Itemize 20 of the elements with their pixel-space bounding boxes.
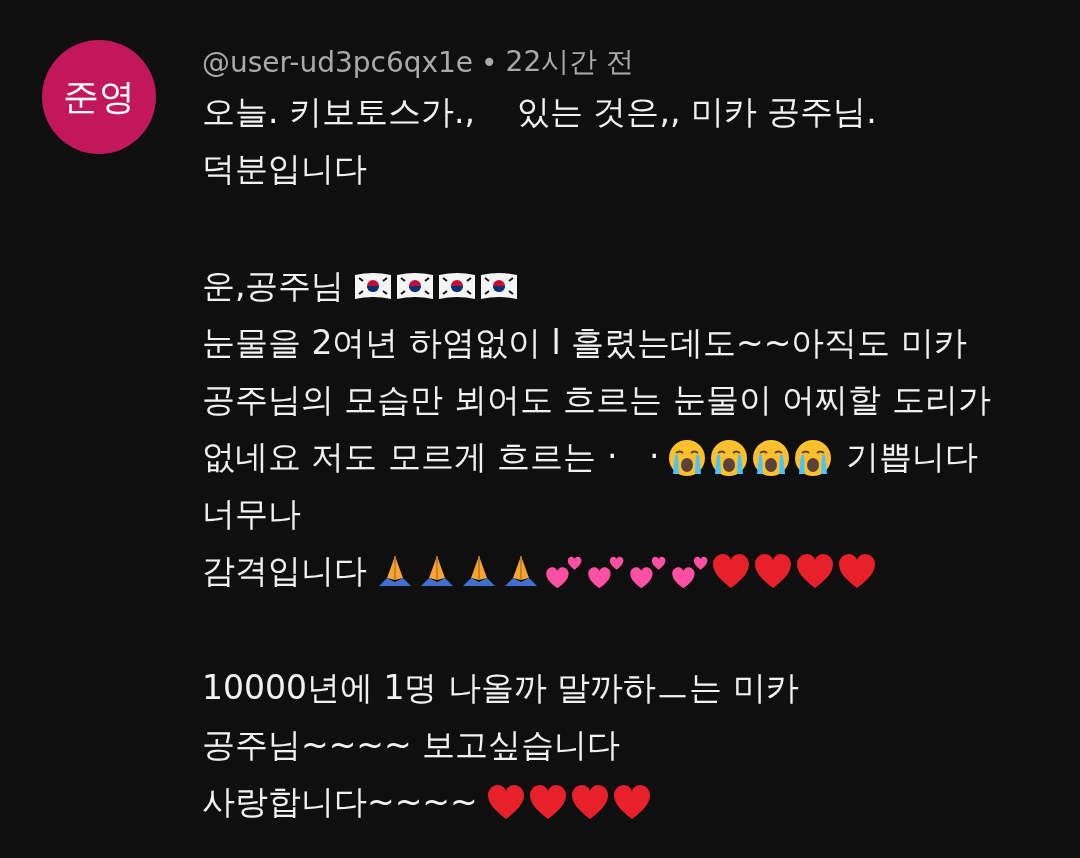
comment-text: 사랑합니다~~~~	[202, 781, 478, 823]
crying-face-icon	[667, 437, 708, 478]
comment-text: 10000년에 1명 나올까 말까하ㅡ는 미카	[202, 667, 799, 709]
crying-face-icon	[793, 437, 834, 478]
comment-text: 너무나	[202, 493, 301, 535]
author-name[interactable]: @user-ud3pc6qx1e	[202, 45, 474, 79]
avatar[interactable]: 준영	[42, 40, 156, 154]
comment-text: 공주님~~~~ 보고싶습니다	[202, 724, 621, 766]
crying-face-icon	[709, 437, 750, 478]
separator-dot: •	[481, 45, 498, 79]
comment-text: 운,공주님	[202, 265, 345, 307]
timestamp: 22시간 전	[505, 44, 635, 80]
crying-face-icon	[751, 437, 792, 478]
comment-text: 기쁩니다	[846, 436, 979, 478]
comment-text: 없네요 저도 모르게 흐르는 · ·	[202, 436, 660, 478]
comment-text: 눈물을 2여년 하염없이 l 흘렸는데도~~아직도 미카	[202, 322, 967, 364]
comment-text: 덕분입니다	[202, 148, 367, 190]
comment-text: 공주님의 모습만 뵈어도 흐르는 눈물이 어찌할 도리가	[202, 379, 991, 421]
comment-text: 오늘. 키보토스가., 있는 것은,, 미카 공주님.	[202, 91, 877, 133]
comment-text: 감격입니다	[202, 550, 367, 592]
